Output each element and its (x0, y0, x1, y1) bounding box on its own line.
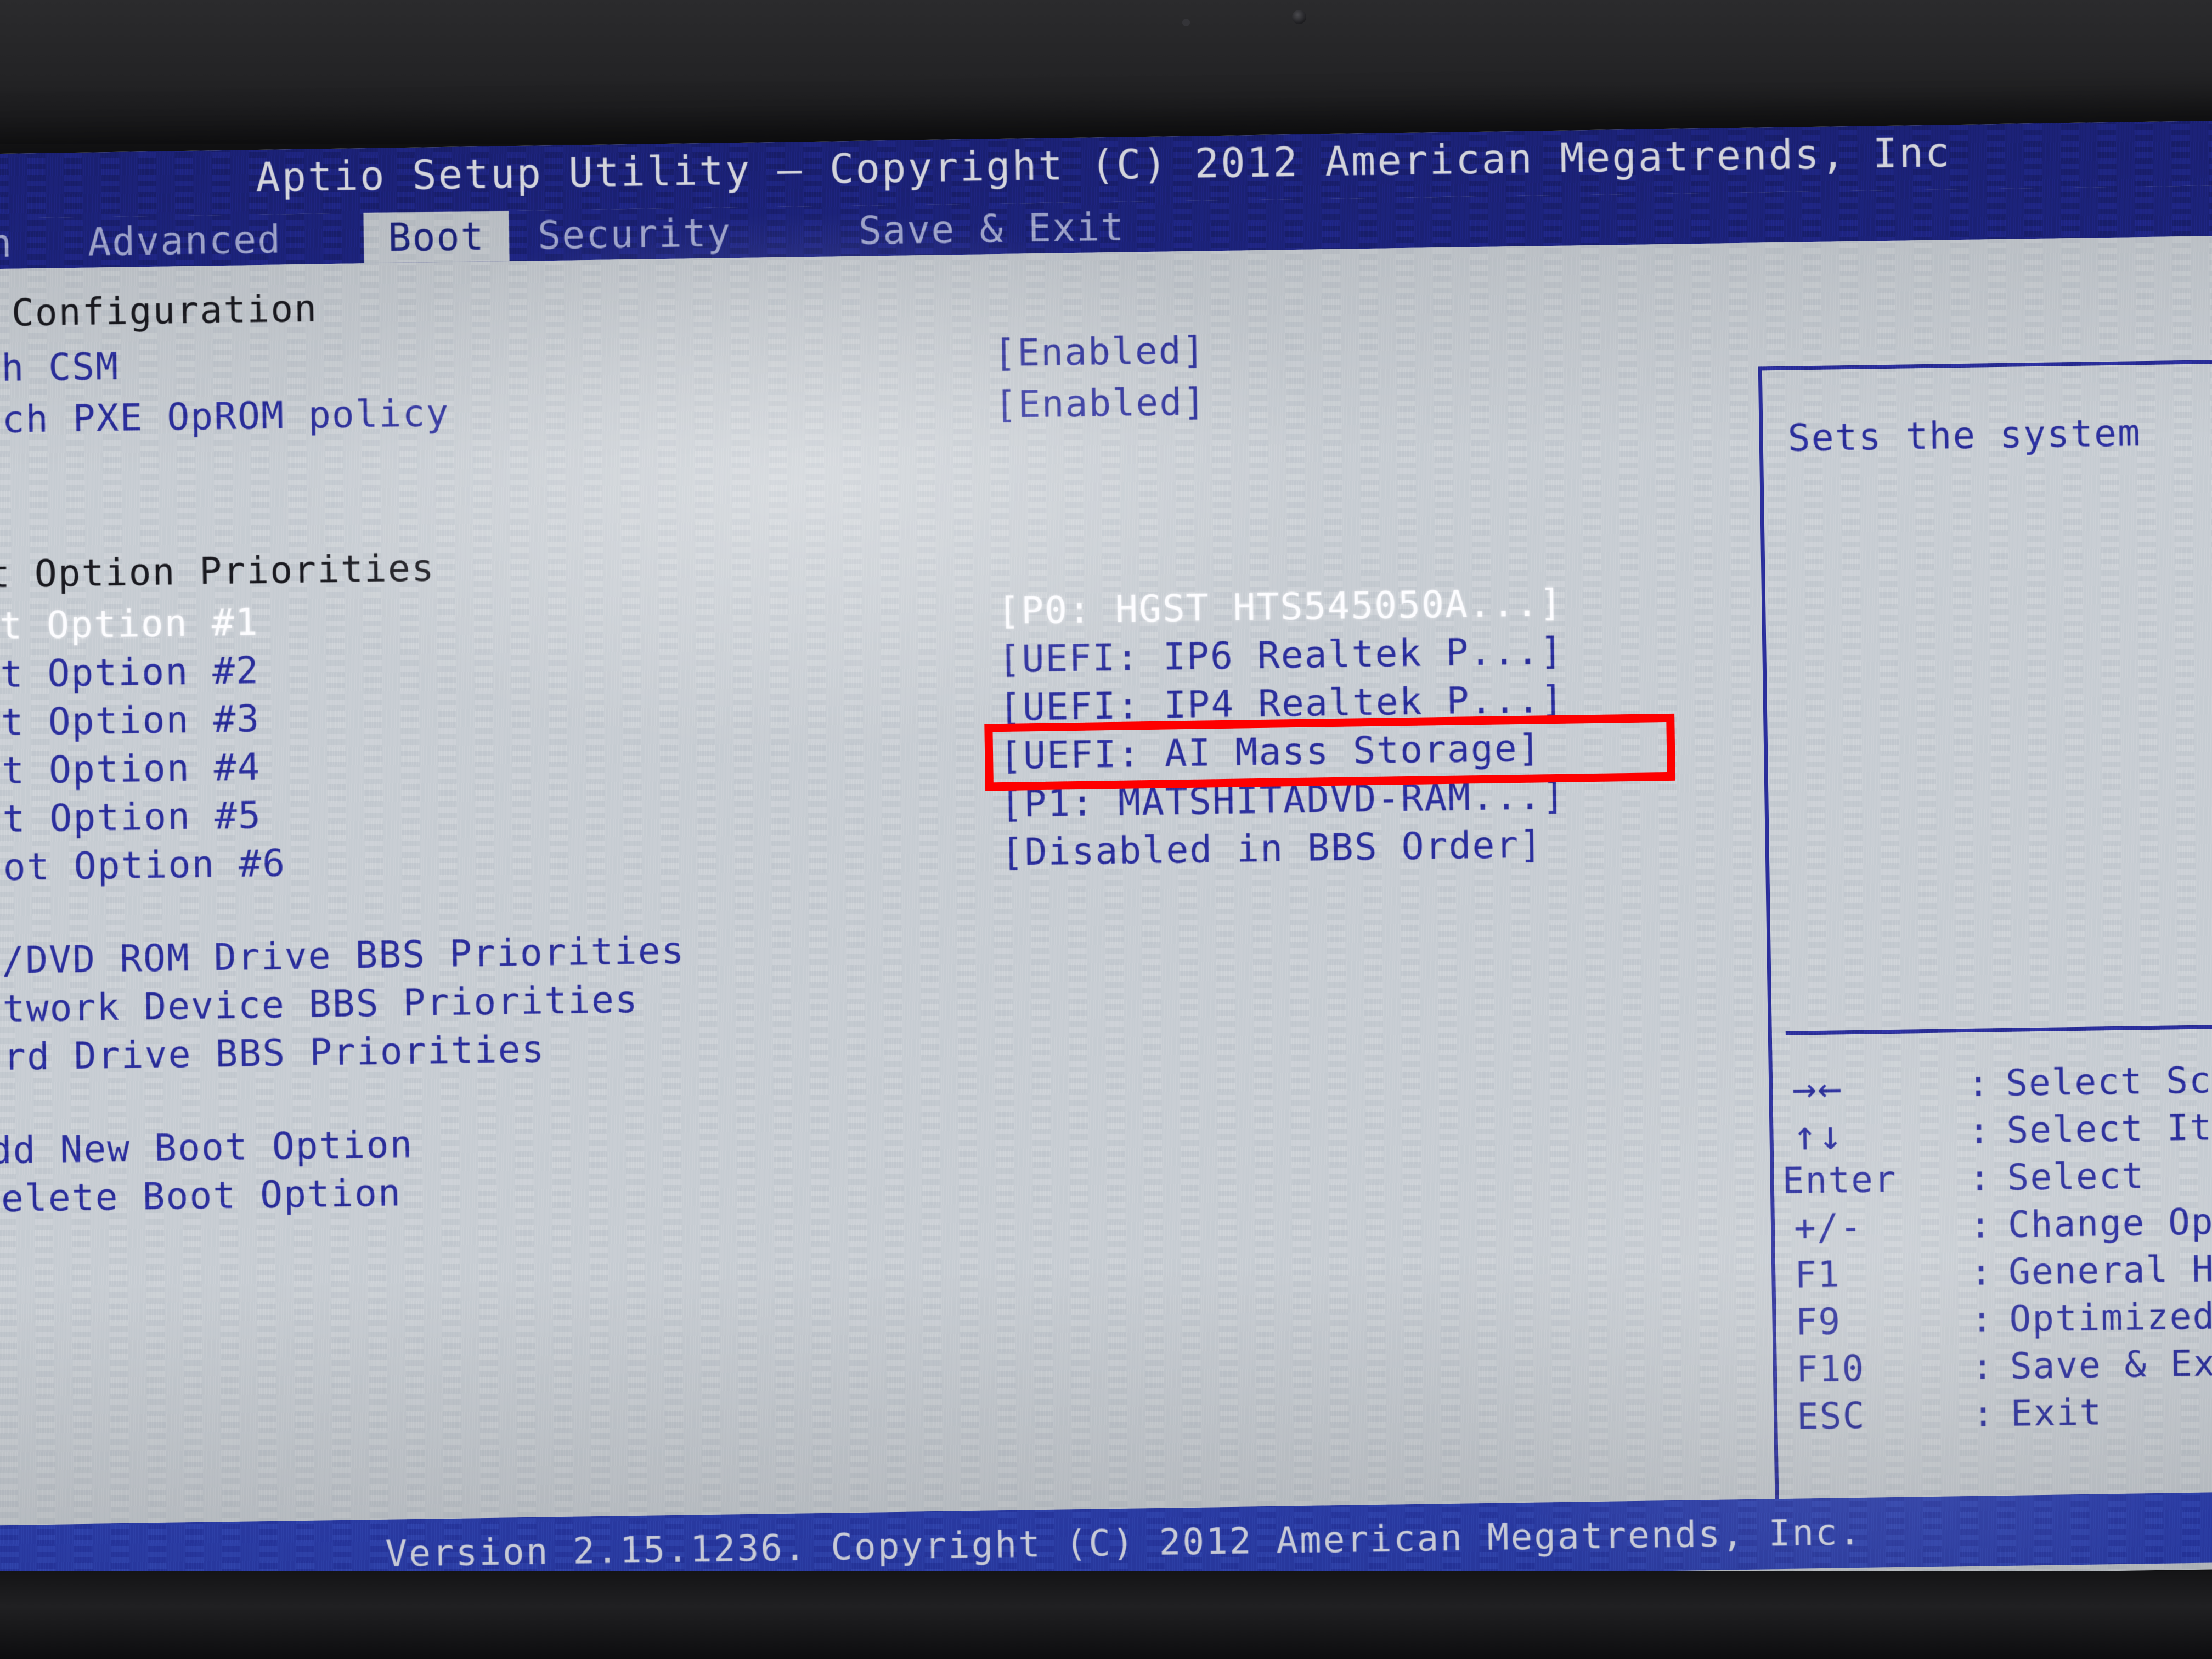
enter-key-colon: : (1968, 1156, 1993, 1199)
boot-option-2-value[interactable]: [UEFI: IP6 Realtek P...] (998, 630, 1564, 681)
f10-key-desc: Save & Exit (2010, 1341, 2212, 1387)
setting-label-launch-csm[interactable]: nch CSM (0, 345, 120, 391)
setting-value-launch-pxe-oprom-policy[interactable]: [Enabled] (994, 380, 1207, 427)
submenu-hard-drive-bbs-priorities[interactable]: Hard Drive BBS Priorities (0, 1028, 545, 1080)
bezel-sensor-icon (1182, 19, 1190, 26)
f1-key-colon: : (1970, 1251, 1994, 1294)
select-screen-label: Select Scree (2005, 1058, 2212, 1104)
f9-key-colon: : (1970, 1298, 1994, 1341)
f1-key-label: F1 (1794, 1253, 1841, 1296)
f9-key-desc: Optimized Def (2008, 1294, 2212, 1340)
content-pane: t Configuration nch CSM [Enabled] unch P… (0, 235, 2212, 1547)
boot-option-4-label[interactable]: oot Option #4 (0, 746, 261, 793)
enter-key-desc: Select (2007, 1154, 2145, 1199)
boot-option-1-label[interactable]: oot Option #1 (0, 601, 259, 648)
bios-screen: Aptio Setup Utility – Copyright (C) 2012… (0, 120, 2212, 1602)
f1-key-desc: General Help (2008, 1246, 2212, 1293)
select-item-arrows-icon: ↑↓ (1792, 1111, 1844, 1160)
select-item-colon: : (1967, 1109, 1991, 1152)
panel-divider-vertical (1758, 366, 1780, 1547)
action-delete-boot-option[interactable]: Delete Boot Option (0, 1171, 402, 1221)
plus-minus-key-colon: : (1969, 1204, 1993, 1246)
plus-minus-key-label: +/- (1793, 1205, 1863, 1249)
tab-security[interactable]: Security (525, 207, 743, 261)
f10-key-colon: : (1971, 1345, 1995, 1388)
panel-divider-top (1758, 359, 2212, 371)
f10-key-label: F10 (1796, 1347, 1865, 1391)
enter-key-label: Enter (1782, 1158, 1898, 1202)
panel-divider-keys (1785, 1024, 2212, 1035)
laptop-screen-photo: Aptio Setup Utility – Copyright (C) 2012… (0, 0, 2212, 1659)
submenu-network-device-bbs-priorities[interactable]: Network Device BBS Priorities (0, 978, 639, 1031)
boot-option-5-label[interactable]: oot Option #5 (0, 794, 262, 842)
esc-key-desc: Exit (2010, 1391, 2103, 1435)
esc-key-colon: : (1972, 1392, 1996, 1435)
webcam-icon (1292, 10, 1306, 24)
setting-label-launch-pxe-oprom-policy[interactable]: unch PXE OpROM policy (0, 392, 450, 442)
boot-option-3-label[interactable]: oot Option #3 (0, 697, 261, 745)
help-description: Sets the system (1787, 411, 2142, 460)
section-header-boot-configuration: t Configuration (0, 287, 318, 336)
tab-advanced[interactable]: Advanced (75, 214, 294, 268)
laptop-bezel-top (0, 0, 2212, 144)
boot-option-6-label[interactable]: Boot Option #6 (0, 842, 286, 890)
f9-key-label: F9 (1795, 1300, 1842, 1344)
action-add-new-boot-option[interactable]: Add New Boot Option (0, 1123, 414, 1173)
boot-option-2-label[interactable]: oot Option #2 (0, 649, 259, 697)
plus-minus-key-desc: Change Opt. (2007, 1200, 2212, 1246)
submenu-cddvd-rom-drive-bbs-priorities[interactable]: CD/DVD ROM Drive BBS Priorities (0, 929, 685, 984)
select-screen-colon: : (1967, 1062, 1991, 1105)
setting-value-launch-csm[interactable]: [Enabled] (994, 329, 1206, 375)
tab-main[interactable]: in (0, 218, 25, 269)
tab-save-and-exit[interactable]: Save & Exit (846, 201, 1137, 256)
esc-key-label: ESC (1796, 1394, 1866, 1438)
select-item-label: Select Item (2006, 1105, 2212, 1152)
boot-option-6-value[interactable]: [Disabled in BBS Order] (1001, 823, 1543, 874)
tab-boot[interactable]: Boot (363, 211, 510, 264)
select-screen-arrows-icon: →← (1791, 1064, 1844, 1113)
boot-option-1-value[interactable]: [P0: HGST HTS545050A...] (997, 582, 1564, 633)
annotation-highlight-box (984, 713, 1675, 791)
section-header-boot-option-priorities: ot Option Priorities (0, 546, 436, 597)
laptop-bezel-bottom (0, 1571, 2212, 1659)
